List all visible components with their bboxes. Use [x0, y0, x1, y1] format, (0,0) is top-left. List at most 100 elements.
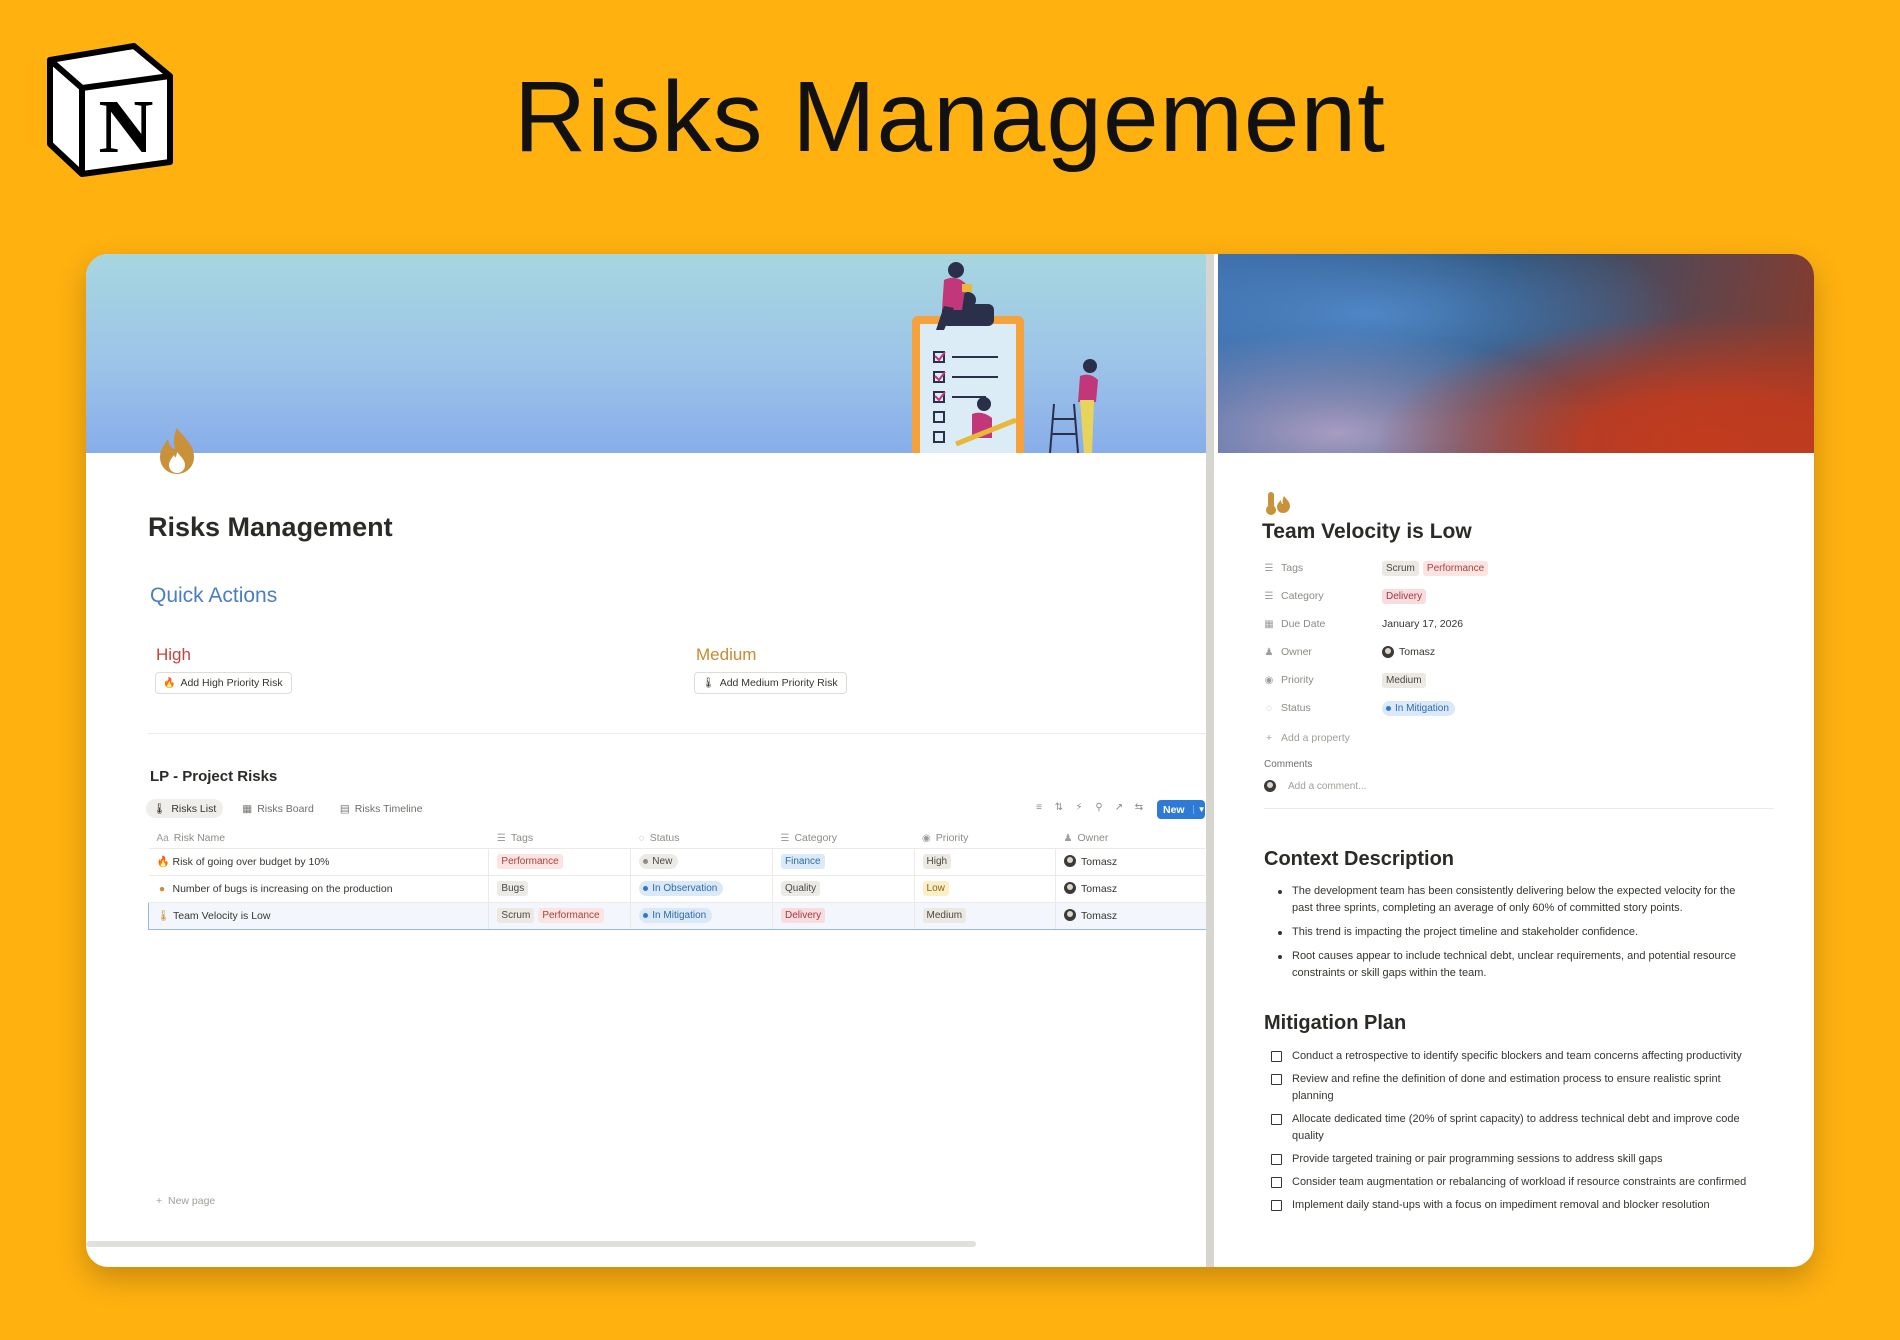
new-page-button[interactable]: + New page: [156, 1195, 215, 1207]
sort-icon[interactable]: ⇅: [1054, 802, 1064, 813]
main-page: Risks Management Quick Actions High 🔥 Ad…: [86, 254, 1208, 1267]
table-row[interactable]: ● Number of bugs is increasing on the pro…: [148, 875, 1206, 903]
filter-icon[interactable]: ≡: [1034, 802, 1044, 813]
column-header-status[interactable]: ◌ Status: [630, 828, 773, 849]
new-button[interactable]: New ▼: [1157, 800, 1206, 819]
property-status[interactable]: ◌ Status In Mitigation: [1264, 694, 1492, 722]
checkbox[interactable]: [1271, 1177, 1282, 1188]
property-priority[interactable]: ◉ Priority Medium: [1264, 666, 1492, 694]
divider: [148, 733, 1208, 734]
pane-divider[interactable]: [1206, 254, 1214, 1267]
tab-risks-timeline[interactable]: ▤ Risks Timeline: [333, 799, 430, 818]
high-priority-heading: High: [156, 645, 191, 664]
category-badge: Finance: [780, 854, 825, 869]
list-item: The development team has been consistent…: [1272, 883, 1752, 917]
list-icon: ☰: [496, 832, 506, 844]
page-cover: [1218, 254, 1814, 453]
column-header-category[interactable]: ☰ Category: [772, 828, 915, 849]
tab-risks-board[interactable]: ▦ Risks Board: [235, 799, 321, 818]
avatar: [1064, 882, 1076, 894]
owner-cell[interactable]: Tomasz: [1055, 875, 1206, 903]
add-medium-priority-risk-button[interactable]: 🌡 Add Medium Priority Risk: [694, 672, 847, 694]
quick-actions-heading: Quick Actions: [150, 584, 278, 607]
property-category[interactable]: ☰ Category Delivery: [1264, 582, 1492, 610]
avatar: [1264, 780, 1276, 792]
search-icon[interactable]: ⚲: [1094, 802, 1104, 813]
list-icon: ☰: [1264, 562, 1274, 574]
risks-table: Aa Risk Name ☰ Tags ◌ Status ☰ Category ◉ Pri…: [147, 828, 1206, 930]
automation-icon[interactable]: ⚡: [1074, 802, 1084, 813]
add-property-button[interactable]: + Add a property: [1264, 724, 1492, 752]
horizontal-scrollbar[interactable]: [86, 1241, 976, 1247]
owner-cell[interactable]: Tomasz: [1055, 901, 1206, 930]
tag-badge: Scrum: [497, 908, 535, 923]
thermometer-icon: [1266, 492, 1290, 515]
avatar: [1064, 855, 1076, 867]
category-cell[interactable]: Delivery: [772, 901, 915, 930]
tags-cell[interactable]: Performance: [488, 848, 632, 876]
status-icon: ◌: [1266, 702, 1272, 714]
priority-icon: ◉: [1264, 674, 1274, 686]
fire-icon: 🔥: [156, 856, 170, 868]
column-header-priority[interactable]: ◉ Priority: [914, 828, 1056, 849]
database-toolbar: ≡ ⇅ ⚡ ⚲ ↗ ⇆: [1034, 802, 1144, 813]
status-cell[interactable]: In Mitigation: [630, 901, 773, 930]
status-badge: In Mitigation: [1382, 700, 1455, 716]
plus-icon: +: [1265, 732, 1273, 744]
tag-badge: Scrum: [1382, 560, 1419, 576]
comment-input[interactable]: Add a comment...: [1264, 780, 1366, 792]
avatar: [1382, 646, 1394, 658]
priority-cell[interactable]: Medium: [914, 901, 1057, 930]
divider: [1264, 808, 1774, 809]
status-cell[interactable]: In Observation: [630, 875, 773, 903]
priority-badge: Medium: [1382, 672, 1426, 688]
checkbox[interactable]: [1271, 1200, 1282, 1211]
fire-icon: 🔥: [163, 677, 176, 689]
risk-name-cell[interactable]: 🔥 Risk of going over budget by 10%: [148, 848, 490, 876]
priority-icon: ◉: [922, 832, 931, 844]
todo-item: Consider team augmentation or rebalancin…: [1271, 1174, 1761, 1191]
thermometer-icon: 🌡: [153, 803, 167, 815]
category-badge: Delivery: [1382, 588, 1427, 604]
view-tabs: 🌡 Risks List ▦ Risks Board ▤ Risks Timel…: [146, 799, 429, 818]
chevron-down-icon[interactable]: ▼: [1192, 805, 1206, 814]
column-header-risk-name[interactable]: Aa Risk Name: [148, 828, 489, 849]
list-item: Root causes appear to include technical …: [1272, 948, 1752, 982]
category-cell[interactable]: Finance: [772, 848, 915, 876]
settings-icon[interactable]: ⇆: [1134, 802, 1144, 813]
priority-cell[interactable]: High: [914, 848, 1057, 876]
property-tags[interactable]: ☰ Tags Scrum Performance: [1264, 554, 1492, 582]
people-icon: ♟: [1264, 646, 1274, 658]
column-header-owner[interactable]: ♟ Owner: [1055, 828, 1206, 849]
status-icon: ◌: [638, 832, 645, 844]
risk-name-cell[interactable]: 🌡 Team Velocity is Low: [147, 901, 490, 930]
checkbox[interactable]: [1271, 1114, 1282, 1125]
checkbox[interactable]: [1271, 1074, 1282, 1085]
expand-icon[interactable]: ↗: [1114, 802, 1124, 813]
mitigation-heading: Mitigation Plan: [1264, 1012, 1407, 1034]
category-cell[interactable]: Quality: [772, 875, 915, 903]
tag-badge: Performance: [497, 854, 563, 869]
risk-name-cell[interactable]: ● Number of bugs is increasing on the pro…: [148, 875, 490, 903]
status-badge: In Observation: [639, 881, 724, 896]
status-badge: New: [639, 854, 679, 869]
tab-label: Risks Board: [257, 802, 314, 815]
tags-cell[interactable]: Scrum Performance: [488, 901, 632, 930]
status-cell[interactable]: New: [630, 848, 773, 876]
column-header-tags[interactable]: ☰ Tags: [488, 828, 631, 849]
priority-cell[interactable]: Low: [914, 875, 1057, 903]
owner-cell[interactable]: Tomasz: [1055, 848, 1206, 876]
table-row[interactable]: 🌡 Team Velocity is Low Scrum Performance I…: [147, 901, 1206, 930]
add-high-priority-risk-button[interactable]: 🔥 Add High Priority Risk: [155, 672, 292, 694]
list-icon: ☰: [780, 832, 790, 844]
property-due-date[interactable]: ▦ Due Date January 17, 2026: [1264, 610, 1492, 638]
avatar: [1064, 909, 1076, 921]
table-row[interactable]: 🔥 Risk of going over budget by 10% Perfor…: [148, 848, 1206, 876]
priority-badge: Low: [922, 881, 949, 896]
property-owner[interactable]: ♟ Owner Tomasz: [1264, 638, 1492, 666]
checkbox[interactable]: [1271, 1051, 1282, 1062]
checkbox[interactable]: [1271, 1154, 1282, 1165]
tags-cell[interactable]: Bugs: [488, 875, 632, 903]
priority-badge: Medium: [922, 908, 967, 923]
tab-risks-list[interactable]: 🌡 Risks List: [146, 799, 224, 818]
